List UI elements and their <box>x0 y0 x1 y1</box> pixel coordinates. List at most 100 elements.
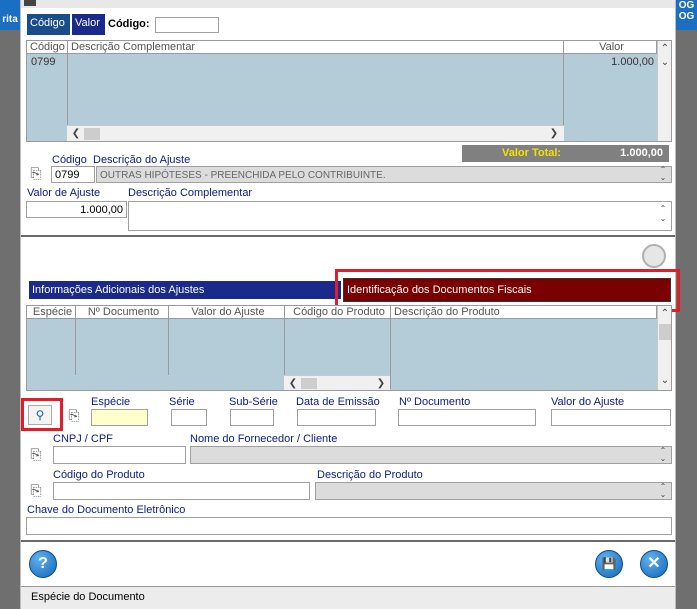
especie-input[interactable] <box>91 409 148 426</box>
scroll-thumb[interactable] <box>659 324 671 340</box>
scroll-up-icon[interactable]: ⌃ <box>658 42 671 56</box>
column-header-codigo-produto[interactable]: Código do Produto <box>285 306 391 319</box>
valor-total-bar: Valor Total: 1.000,00 <box>462 145 669 162</box>
descricao-complementar-spin-icon[interactable]: ⌃ ⌄ <box>656 204 670 224</box>
printer-icon[interactable]: ⎘ <box>27 165 45 181</box>
nome-fornecedor-field <box>190 446 672 464</box>
ndocumento-input[interactable] <box>398 409 536 426</box>
column-header-descricao[interactable]: Descrição Complementar <box>68 41 564 54</box>
printer-icon[interactable]: ⎘ <box>27 446 45 462</box>
cnpj-input[interactable] <box>53 446 186 464</box>
codigo-produto-input[interactable] <box>53 482 310 500</box>
column-header-descricao-produto[interactable]: Descrição do Produto <box>391 306 657 319</box>
vertical-scrollbar[interactable]: ⌃ ⌄ <box>657 41 671 141</box>
column-header-codigo[interactable]: Código <box>27 41 68 54</box>
descricao-ajuste-spin-icon[interactable]: ⌃ ⌄ <box>656 166 670 183</box>
column-header-ndocumento[interactable]: Nº Documento <box>76 306 169 319</box>
column-header-valor-ajuste[interactable]: Valor do Ajuste <box>169 306 285 319</box>
data-emissao-input[interactable] <box>297 409 376 426</box>
column-header-especie[interactable]: Espécie <box>27 306 76 319</box>
scroll-up-icon[interactable]: ⌃ <box>658 307 671 321</box>
save-icon: 💾 <box>601 557 617 571</box>
search-icon[interactable]: ⚲ <box>28 405 52 425</box>
codigo-field[interactable]: 0799 <box>51 166 95 183</box>
valor-total-value: 1.000,00 <box>620 147 663 159</box>
descricao-produto-spin-icon[interactable]: ⌃ ⌄ <box>656 483 670 499</box>
ajustes-grid: Código Descrição Complementar Valor 0799… <box>26 40 672 142</box>
grid-divider <box>390 319 391 389</box>
ajuste-dialog: Código Valor Código: Código Descrição Co… <box>20 0 680 609</box>
scroll-right-icon[interactable]: ❯ <box>547 127 561 141</box>
background-tab-right: OG OG <box>676 0 697 30</box>
tab-valor-label: Valor <box>75 17 100 29</box>
codigo-produto-label: Código do Produto <box>53 469 145 481</box>
help-button[interactable]: ? <box>29 550 57 578</box>
app-icon <box>24 0 36 6</box>
search-code-label: Código: <box>108 18 150 30</box>
tab-informacoes-adicionais-label: Informações Adicionais dos Ajustes <box>32 284 205 296</box>
nome-fornecedor-label: Nome do Fornecedor / Cliente <box>190 433 338 445</box>
background-left: rita <box>0 0 20 609</box>
scroll-right-icon[interactable]: ❯ <box>374 377 388 390</box>
section-divider <box>21 540 675 542</box>
ndocumento-label: Nº Documento <box>399 396 471 408</box>
scroll-left-icon[interactable]: ❮ <box>69 127 83 141</box>
subserie-label: Sub-Série <box>229 396 278 408</box>
background-tab-left: rita <box>0 0 20 30</box>
help-icon: ? <box>38 555 48 572</box>
tab-informacoes-adicionais[interactable]: Informações Adicionais dos Ajustes <box>29 281 341 299</box>
scroll-down-icon[interactable]: ⌄ <box>658 56 671 70</box>
docs-vertical-scrollbar[interactable]: ⌃ ⌄ <box>657 306 671 390</box>
title-bar <box>21 0 675 8</box>
status-text: Espécie do Documento <box>31 591 145 603</box>
scroll-left-icon[interactable]: ❮ <box>286 377 300 390</box>
search-code-input[interactable] <box>155 17 219 33</box>
chave-documento-label: Chave do Documento Eletrônico <box>27 504 186 516</box>
scroll-thumb[interactable] <box>301 378 317 389</box>
globe-icon[interactable] <box>642 244 666 268</box>
scroll-thumb[interactable] <box>84 128 100 140</box>
grid-left-pad <box>27 375 284 390</box>
especie-label: Espécie <box>91 396 131 408</box>
cell-valor: 1.000,00 <box>611 56 654 68</box>
cnpj-label: CNPJ / CPF <box>53 433 113 445</box>
documentos-grid: Espécie Nº Documento Valor do Ajuste Cód… <box>26 305 672 391</box>
close-button[interactable]: ✕ <box>640 550 668 578</box>
close-icon: ✕ <box>647 555 661 572</box>
grid-divider <box>75 319 76 375</box>
descricao-complementar-label: Descrição Complementar <box>128 187 253 199</box>
valor-ajuste-doc-input[interactable] <box>551 409 671 426</box>
descricao-ajuste-field: OUTRAS HIPÓTESES - PREENCHIDA PELO CONTR… <box>96 166 672 183</box>
valor-total-label: Valor Total: <box>502 147 562 159</box>
descricao-produto-label: Descrição do Produto <box>317 469 423 481</box>
chave-documento-input[interactable] <box>26 517 672 535</box>
nome-fornecedor-spin-icon[interactable]: ⌃ ⌄ <box>656 447 670 463</box>
tab-valor[interactable]: Valor <box>72 14 105 35</box>
horizontal-scrollbar[interactable]: ❮ ❯ <box>67 125 564 141</box>
table-row[interactable]: 0799 1.000,00 <box>27 55 657 69</box>
background-tab-right-label-1: OG <box>678 0 695 11</box>
data-emissao-label: Data de Emissão <box>296 396 380 408</box>
grid-left-pad <box>27 125 67 141</box>
descricao-produto-field <box>315 482 672 500</box>
grid-divider <box>168 319 169 375</box>
column-header-valor[interactable]: Valor <box>564 41 657 54</box>
background-tab-right-label-2: OG <box>678 11 695 22</box>
descricao-complementar-field[interactable] <box>128 201 672 231</box>
valor-ajuste-label: Valor de Ajuste <box>27 187 101 199</box>
tab-codigo[interactable]: Código <box>27 14 70 35</box>
subserie-input[interactable] <box>230 409 274 426</box>
printer-icon[interactable]: ⎘ <box>27 482 45 498</box>
docs-horizontal-scrollbar[interactable]: ❮ ❯ <box>284 375 390 390</box>
cell-codigo: 0799 <box>31 56 56 68</box>
status-bar: Espécie do Documento <box>21 586 675 609</box>
serie-input[interactable] <box>171 409 207 426</box>
grid-divider <box>284 319 285 375</box>
valor-ajuste-doc-label: Valor do Ajuste <box>551 396 625 408</box>
printer-icon[interactable]: ⎘ <box>65 407 83 423</box>
save-button[interactable]: 💾 <box>595 550 623 578</box>
valor-ajuste-field[interactable]: 1.000,00 <box>26 201 127 218</box>
scroll-down-icon[interactable]: ⌄ <box>658 374 671 388</box>
background-tab-left-label: rita <box>2 14 18 25</box>
serie-label: Série <box>169 396 195 408</box>
